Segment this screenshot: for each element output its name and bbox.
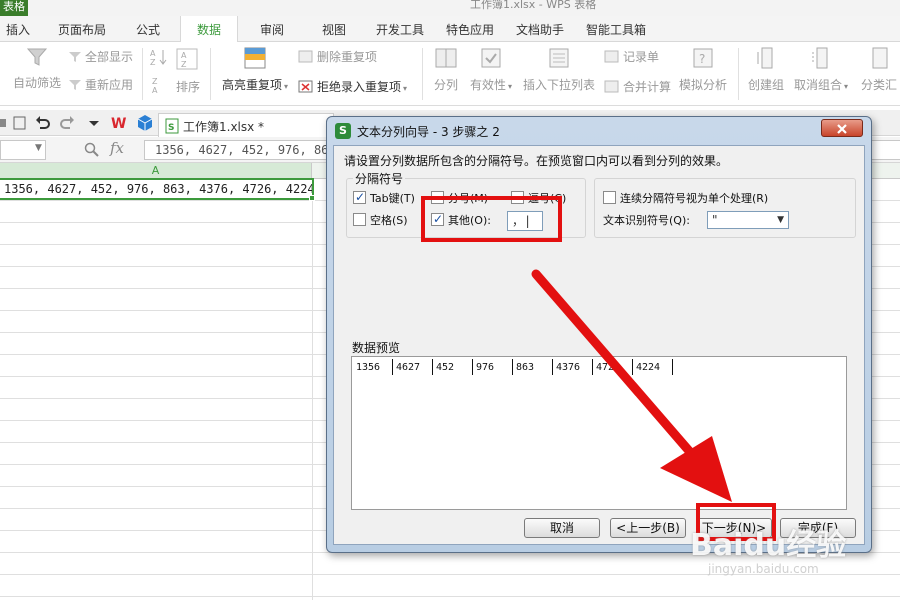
baidu-watermark: Baidu经验 [690, 528, 847, 563]
watermark-url: jingyan.baidu.com [708, 562, 819, 576]
annotation-arrow [531, 269, 732, 502]
